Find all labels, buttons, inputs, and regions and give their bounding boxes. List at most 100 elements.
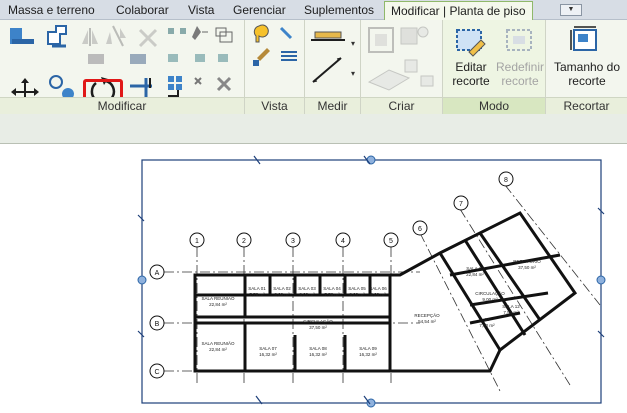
reset-crop-icon <box>506 29 532 51</box>
svg-text:CIRCULAÇÃO: CIRCULAÇÃO <box>303 318 333 324</box>
panel-label-medir: Medir <box>305 97 360 114</box>
svg-text:16,32 m²: 16,32 m² <box>359 352 377 357</box>
panel-label-vista: Vista <box>245 97 304 114</box>
array-icon <box>168 76 182 90</box>
linework-icon <box>281 51 297 61</box>
floor-plan[interactable]: 1 2 3 4 5 6 7 8 A B C SALA REUNIÃO22,84 … <box>0 145 627 413</box>
panel-label-modificar: Modificar <box>0 97 244 114</box>
svg-text:SALA 05: SALA 05 <box>348 286 366 291</box>
create-group-icon <box>400 26 429 45</box>
edit-crop-button[interactable]: Editar recorte <box>447 60 495 88</box>
svg-text:22,84 m²: 22,84 m² <box>466 272 484 277</box>
crop-size-button[interactable]: Tamanho do recorte <box>548 60 626 88</box>
split-gap-icon <box>168 28 186 34</box>
svg-text:SALA 03: SALA 03 <box>298 286 316 291</box>
panel-modo: Editar recorte Redefinir recorte Modo <box>443 20 546 114</box>
svg-text:7: 7 <box>459 201 463 208</box>
svg-text:1: 1 <box>195 238 199 245</box>
view-tools-icons <box>253 24 297 66</box>
options-bar <box>0 114 627 144</box>
svg-text:22,84 m²: 22,84 m² <box>209 347 227 352</box>
crop-handle-right <box>596 275 606 285</box>
svg-text:SALA 02: SALA 02 <box>273 286 291 291</box>
ribbon-tab-bar: Massa e terreno Colaborar Vista Gerencia… <box>0 0 627 21</box>
svg-text:37,50 m²: 37,50 m² <box>309 325 327 330</box>
crop-handle-top <box>366 155 376 165</box>
crop-handle-left <box>137 275 147 285</box>
svg-text:6: 6 <box>418 226 422 233</box>
tab-colaborar[interactable]: Colaborar <box>116 1 169 20</box>
ribbon-options-dropdown[interactable]: ▼ <box>560 4 582 16</box>
panel-criar: Criar <box>361 20 443 114</box>
hide-element-icon <box>253 24 269 43</box>
tab-massa-e-terreno[interactable]: Massa e terreno <box>8 1 95 20</box>
svg-text:22,84 m²: 22,84 m² <box>209 302 227 307</box>
svg-text:54,54 m²: 54,54 m² <box>418 319 436 324</box>
grid-bubble-6: 6 <box>412 220 428 236</box>
tab-suplementos[interactable]: Suplementos <box>304 1 374 20</box>
drawing-area[interactable]: 1 2 3 4 5 6 7 8 A B C SALA REUNIÃO 22,84 … <box>0 145 627 413</box>
svg-text:B: B <box>155 321 160 328</box>
grid-bubble-4: 4 <box>335 232 351 248</box>
grid-bubble-1: 1 <box>189 232 205 248</box>
svg-text:16,32 m²: 16,32 m² <box>309 352 327 357</box>
split-element-icon <box>138 28 158 48</box>
create-assembly-icon <box>368 27 394 53</box>
svg-text:37,50 m²: 37,50 m² <box>518 265 536 270</box>
svg-text:8,00 m²: 8,00 m² <box>349 292 365 297</box>
pin-icon <box>192 26 208 40</box>
svg-text:SALA 07: SALA 07 <box>259 346 277 351</box>
edit-crop-icon <box>456 29 486 57</box>
delete-icon <box>216 76 232 92</box>
small-tools-column-icons <box>88 54 228 64</box>
svg-text:SALA REUNIÃO: SALA REUNIÃO <box>201 340 235 346</box>
reset-crop-button[interactable]: Redefinir recorte <box>495 60 545 88</box>
tab-gerenciar[interactable]: Gerenciar <box>233 1 286 20</box>
grid-bubble-8: 8 <box>498 171 514 187</box>
panel-label-modo: Modo <box>443 97 545 114</box>
tab-modificar-planta-de-piso[interactable]: Modificar | Planta de piso <box>384 1 533 21</box>
grid-bubble-7: 7 <box>453 195 469 211</box>
create-similar-icon <box>404 59 434 87</box>
tab-vista[interactable]: Vista <box>188 1 214 20</box>
svg-text:9,00 m²: 9,00 m² <box>482 297 498 302</box>
crop-handle-bottom <box>366 398 376 408</box>
svg-text:SALA 09: SALA 09 <box>359 346 377 351</box>
ribbon: Modificar Vista ▾ ▾ Medir Criar Editar r… <box>0 20 627 115</box>
svg-text:SALA REUNIÃO: SALA REUNIÃO <box>201 295 235 301</box>
svg-text:8,00 m²: 8,00 m² <box>299 292 315 297</box>
panel-label-recortar: Recortar <box>546 97 627 114</box>
svg-text:SALA 12: SALA 12 <box>502 304 520 309</box>
svg-text:SALA 06: SALA 06 <box>369 286 387 291</box>
grid-bubble-5: 5 <box>383 232 399 248</box>
svg-text:8: 8 <box>504 177 508 184</box>
svg-text:SALA 04: SALA 04 <box>323 286 341 291</box>
svg-text:11: 11 <box>485 317 490 322</box>
grid-bubble-a: A <box>149 264 165 280</box>
svg-text:3: 3 <box>291 238 295 245</box>
panel-vista: Vista <box>245 20 305 114</box>
override-graphics-icon <box>253 48 270 66</box>
svg-text:7,76 m²: 7,76 m² <box>324 292 340 297</box>
create-tools-icons <box>367 26 434 91</box>
svg-text:SALA 08: SALA 08 <box>309 346 327 351</box>
create-parts-icon <box>367 69 411 91</box>
svg-text:7,76 m²: 7,76 m² <box>249 292 265 297</box>
paint-icon <box>279 26 293 40</box>
trim-extend-icon <box>130 78 152 98</box>
svg-text:REFEITÓRIO: REFEITÓRIO <box>513 258 541 264</box>
panel-modificar: Modificar <box>0 20 245 115</box>
svg-text:CIRCULAÇÃO: CIRCULAÇÃO <box>475 290 505 296</box>
unpin-icon <box>194 77 202 85</box>
svg-text:2: 2 <box>242 238 246 245</box>
scale-icon <box>215 27 233 43</box>
svg-text:5: 5 <box>389 238 393 245</box>
move-icon <box>11 78 39 98</box>
panel-label-criar: Criar <box>361 97 442 114</box>
grid-bubble-b: B <box>149 315 165 331</box>
svg-text:4: 4 <box>341 238 345 245</box>
revit-window: { "tabs": [ {"label": "Massa e terreno"}… <box>0 0 627 413</box>
svg-text:SALA 01: SALA 01 <box>248 286 266 291</box>
trim-icon <box>168 90 179 97</box>
svg-text:▾: ▾ <box>351 39 355 48</box>
